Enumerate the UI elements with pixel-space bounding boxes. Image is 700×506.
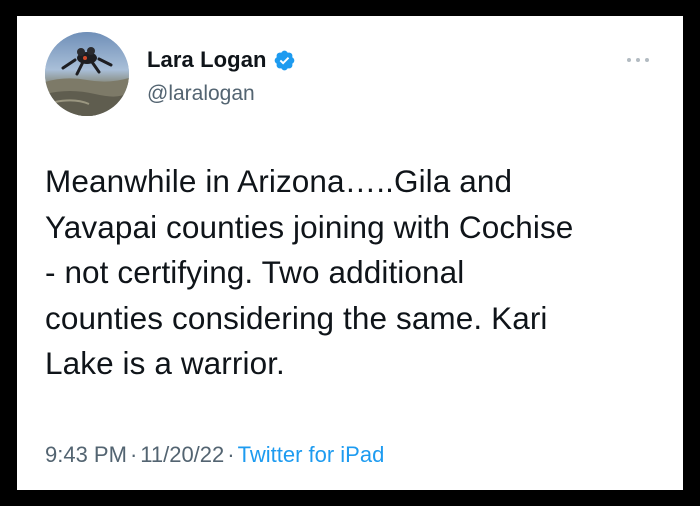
tweet-date[interactable]: 11/20/22: [140, 442, 224, 467]
author-row: Lara Logan: [147, 47, 296, 73]
tweet-source-link[interactable]: Twitter for iPad: [238, 442, 385, 467]
author-handle[interactable]: @laralogan: [147, 82, 255, 106]
author-name[interactable]: Lara Logan: [147, 47, 267, 73]
tweet-text: Meanwhile in Arizona…..Gila and Yavapai …: [45, 163, 574, 381]
tweet-time[interactable]: 9:43 PM: [45, 442, 127, 467]
avatar-image: [45, 32, 129, 116]
verified-badge-icon: [273, 49, 296, 72]
tweet-meta: 9:43 PM · 11/20/22 · Twitter for iPad: [45, 442, 384, 468]
meta-separator: ·: [129, 442, 138, 467]
avatar[interactable]: [45, 32, 129, 116]
more-options-icon[interactable]: [625, 52, 651, 62]
meta-separator: ·: [227, 442, 235, 467]
tweet-card: Lara Logan @laralogan Meanwhile in Arizo…: [17, 16, 683, 490]
